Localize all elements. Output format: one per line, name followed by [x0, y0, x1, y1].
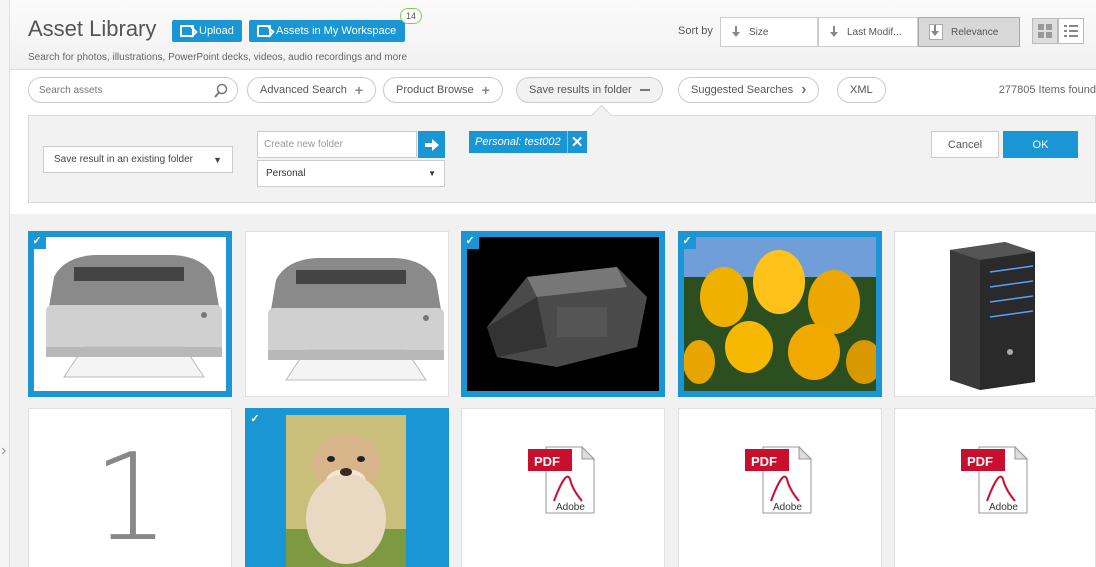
sort-last-modified-button[interactable]: Last Modif...: [818, 17, 918, 47]
pdf-icon: PDF Adobe: [745, 445, 813, 514]
checkmark-icon[interactable]: ✓: [684, 237, 696, 249]
page-subtitle: Search for photos, illustrations, PowerP…: [28, 52, 408, 63]
grid-view-icon: [1038, 24, 1052, 38]
pdf-label: PDF: [967, 454, 993, 469]
asset-tile[interactable]: ✓: [28, 231, 232, 397]
workspace-button[interactable]: Assets in My Workspace: [249, 20, 405, 42]
header: Asset Library Upload Assets in My Worksp…: [10, 0, 1096, 70]
checkmark-icon[interactable]: ✓: [467, 237, 479, 249]
ok-button[interactable]: OK: [1003, 131, 1078, 158]
chevron-right-icon: ›: [801, 81, 807, 98]
workspace-count-badge: 14: [400, 8, 422, 24]
asset-tile[interactable]: [894, 231, 1096, 397]
upload-icon: [180, 25, 194, 37]
asset-tile[interactable]: ✓: [461, 231, 665, 397]
existing-folder-select[interactable]: Save result in an existing folder ▼: [43, 146, 233, 173]
save-results-pill[interactable]: Save results in folder: [516, 77, 663, 103]
left-rail: [0, 0, 10, 567]
asset-tile[interactable]: ✓: [245, 408, 449, 567]
items-found-count: 277805 Items found: [998, 84, 1096, 96]
sort-arrow-icon: [929, 24, 943, 40]
folder-type-select[interactable]: Personal ▼: [257, 160, 445, 187]
asset-tile[interactable]: ✓: [678, 231, 882, 397]
advanced-search-pill[interactable]: Advanced Search +: [247, 77, 377, 103]
list-view-icon: [1064, 25, 1078, 37]
server-tower-image: [950, 242, 1035, 390]
arrow-right-icon: [424, 138, 439, 151]
xml-pill[interactable]: XML: [837, 77, 886, 103]
plus-icon: +: [354, 82, 364, 98]
asset-tile[interactable]: [245, 231, 449, 397]
sort-size-button[interactable]: Size: [720, 17, 818, 47]
search-icon[interactable]: [213, 83, 229, 99]
sort-label: Sort by: [678, 25, 713, 37]
plus-icon: +: [481, 82, 490, 98]
checkmark-icon[interactable]: ✓: [34, 237, 46, 249]
search-input[interactable]: [39, 84, 209, 96]
asset-tile[interactable]: PDF Adobe: [894, 408, 1096, 567]
pdf-icon: PDF Adobe: [528, 445, 596, 514]
number-image: 1: [92, 429, 170, 567]
remove-tag-icon[interactable]: ✕: [566, 131, 587, 153]
dropdown-arrow-icon: ▼: [428, 169, 436, 178]
save-folder-panel: Save result in an existing folder ▼ Crea…: [28, 115, 1096, 203]
tulips-image: [684, 237, 876, 391]
pdf-label: PDF: [751, 454, 777, 469]
workspace-icon: [257, 25, 271, 37]
bulldog-image: [286, 415, 406, 567]
list-view-button[interactable]: [1058, 18, 1084, 44]
asset-tile[interactable]: PDF Adobe: [678, 408, 882, 567]
create-folder-button[interactable]: [418, 131, 445, 158]
search-box[interactable]: [28, 77, 238, 103]
cancel-button[interactable]: Cancel: [931, 131, 999, 158]
sort-arrow-icon: [731, 26, 741, 38]
expand-sidebar-icon[interactable]: ›: [1, 442, 6, 460]
dropdown-arrow-icon: ▼: [213, 154, 222, 165]
printer-cartridge-image: [467, 237, 659, 391]
sort-arrow-icon: [829, 26, 839, 38]
minus-icon: [639, 89, 650, 91]
page-title: Asset Library: [28, 16, 157, 41]
upload-button[interactable]: Upload: [172, 20, 242, 42]
pdf-icon: PDF Adobe: [961, 445, 1029, 514]
adobe-label: Adobe: [556, 502, 585, 513]
adobe-label: Adobe: [989, 502, 1018, 513]
suggested-searches-pill[interactable]: Suggested Searches ›: [678, 77, 820, 103]
new-folder-input[interactable]: Create new folder: [257, 131, 417, 158]
grid-view-button[interactable]: [1032, 18, 1058, 44]
sort-relevance-button[interactable]: Relevance: [918, 17, 1020, 47]
asset-tile[interactable]: 1: [28, 408, 232, 567]
asset-tile[interactable]: PDF Adobe: [461, 408, 665, 567]
selected-folder-tag: Personal: test002 ✕: [469, 131, 587, 153]
printer-image: [34, 237, 226, 391]
product-browse-pill[interactable]: Product Browse +: [383, 77, 503, 103]
printer-image: [268, 258, 444, 381]
adobe-label: Adobe: [773, 502, 802, 513]
pdf-label: PDF: [534, 454, 560, 469]
checkmark-icon[interactable]: ✓: [246, 409, 264, 427]
